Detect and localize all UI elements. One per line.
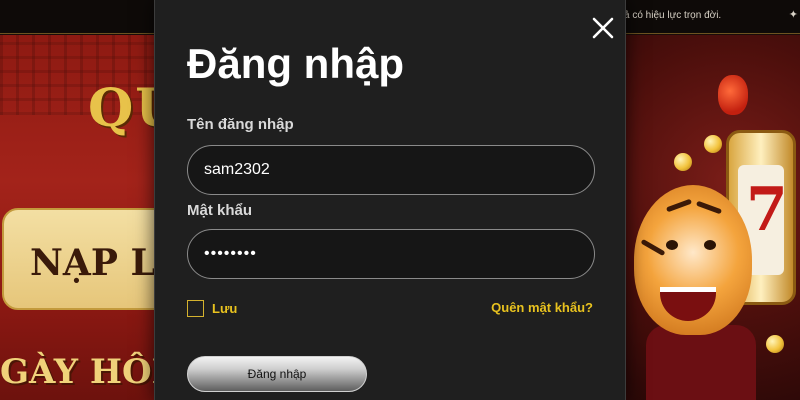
lucky-seven-symbol: 7	[746, 175, 788, 245]
coin-image	[704, 135, 722, 153]
marquee-text: ả có hiệu lực trọn đời.	[624, 10, 722, 21]
tiger-eye	[666, 240, 678, 250]
login-button[interactable]: Đăng nhập	[187, 356, 367, 392]
username-input[interactable]	[187, 145, 595, 195]
tiger-suit-image	[646, 325, 756, 400]
tiger-eye	[704, 240, 716, 250]
background-banner-right: 7	[626, 35, 800, 400]
login-modal: Đăng nhập Tên đăng nhập Mật khẩu Lưu Quê…	[154, 0, 626, 400]
modal-title: Đăng nhập	[187, 40, 404, 87]
remember-checkbox[interactable]	[187, 299, 204, 317]
remember-label: Lưu	[212, 300, 238, 316]
close-button[interactable]	[589, 14, 617, 42]
password-label: Mật khẩu	[187, 202, 253, 219]
forgot-password-link[interactable]: Quên mật khẩu?	[491, 300, 593, 315]
lantern-image	[718, 75, 748, 115]
close-icon	[592, 17, 614, 39]
sparkle-icon: ✦	[788, 9, 798, 21]
coin-image	[766, 335, 784, 353]
coin-image	[674, 153, 692, 171]
remember-me[interactable]: Lưu	[187, 298, 237, 318]
password-input[interactable]	[187, 229, 595, 279]
username-label: Tên đăng nhập	[187, 116, 294, 133]
